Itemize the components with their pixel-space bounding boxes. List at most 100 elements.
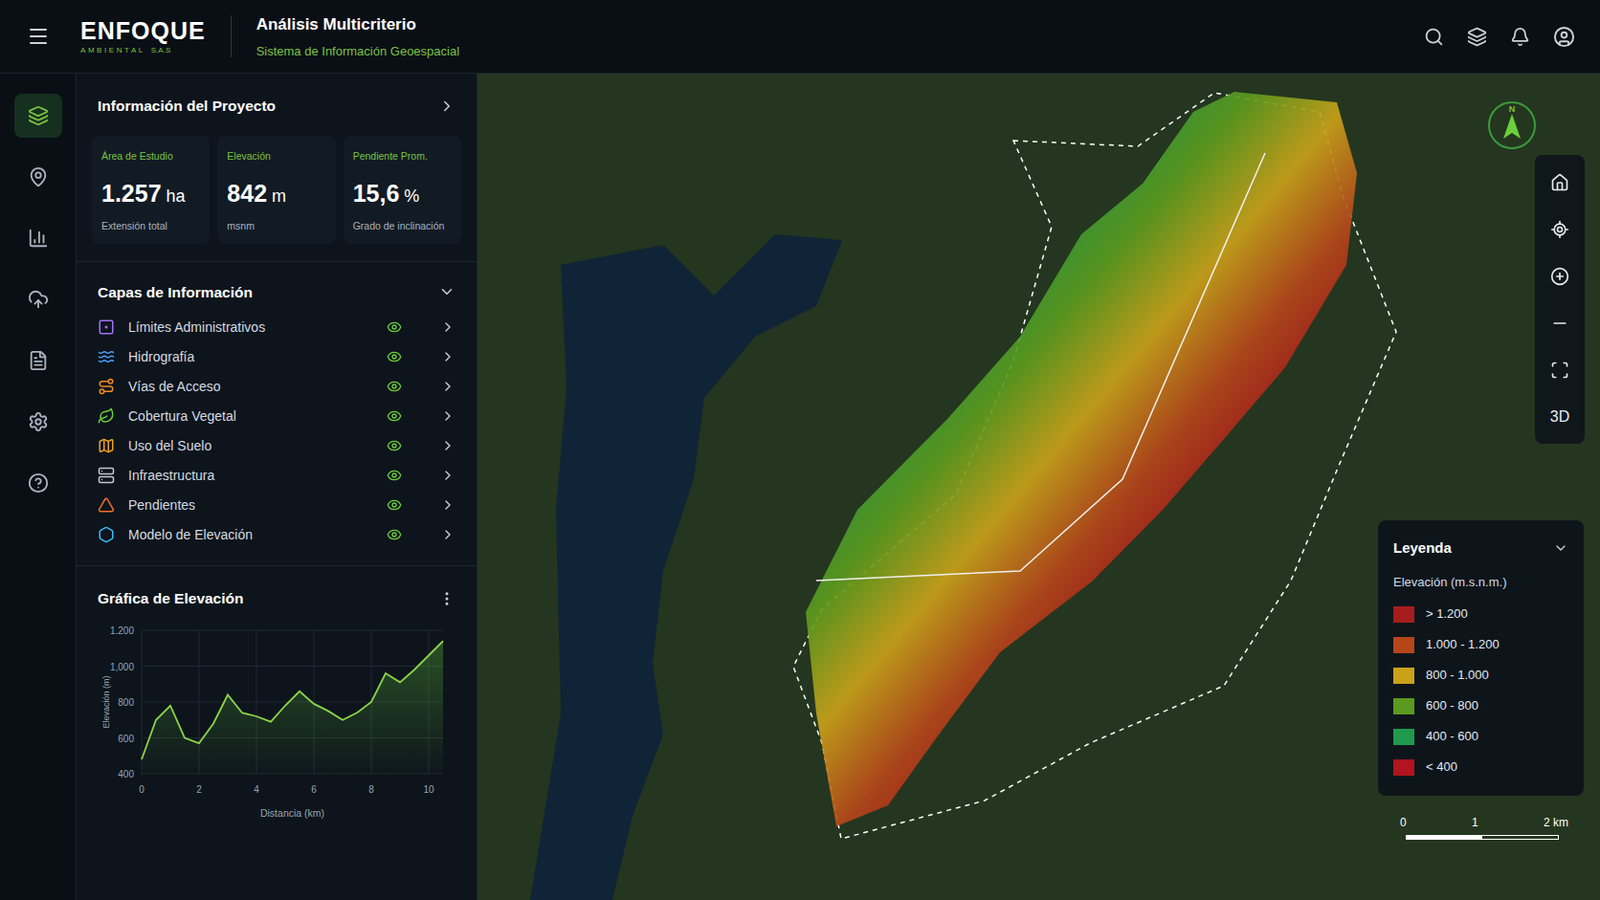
extent-button[interactable] — [1550, 346, 1570, 394]
eye-icon[interactable] — [386, 438, 402, 454]
layer-row[interactable]: Límites Administrativos — [97, 312, 456, 343]
legend-item: > 1.200 — [1393, 599, 1569, 630]
extent-icon — [1550, 360, 1570, 380]
eye-icon[interactable] — [386, 497, 402, 513]
chevron-right-icon[interactable] — [438, 97, 456, 115]
x-tick: 0 — [138, 784, 145, 796]
user-icon[interactable] — [1553, 25, 1576, 48]
chevron-right-icon[interactable] — [440, 438, 456, 454]
layers-icon — [27, 105, 49, 127]
layer-icon — [97, 437, 115, 455]
study-boundary — [793, 92, 1397, 840]
x-axis-label: Distancia (km) — [260, 807, 325, 820]
y-tick: 600 — [117, 733, 134, 745]
legend-swatch — [1393, 667, 1415, 685]
legend-item: 400 - 600 — [1393, 721, 1569, 753]
y-tick: 1,000 — [110, 662, 134, 673]
map[interactable]: N3DLeyendaElevación (m.s.n.m.)> 1.2001.0… — [477, 73, 1600, 900]
bell-icon[interactable] — [1510, 26, 1531, 47]
chevron-right-icon[interactable] — [440, 527, 456, 543]
compass[interactable]: N — [1488, 101, 1536, 150]
x-tick: 10 — [422, 784, 435, 796]
layer-row[interactable]: Hidrografía — [97, 342, 456, 373]
legend-swatch — [1393, 759, 1415, 777]
layer-row[interactable]: Pendientes — [97, 490, 456, 521]
rail-item[interactable] — [14, 461, 63, 506]
chevron-right-icon[interactable] — [440, 467, 456, 484]
layer-icon — [97, 526, 115, 544]
app-title: Análisis Multicriterio — [256, 12, 460, 38]
more-icon[interactable] — [438, 590, 456, 608]
app-subtitle: Sistema de Información Geoespacial — [256, 42, 460, 62]
rail-item[interactable] — [14, 338, 63, 383]
chevron-down-icon[interactable] — [1553, 540, 1569, 556]
legend-swatch — [1393, 637, 1415, 654]
locate-icon — [1550, 220, 1570, 240]
layer-icon — [97, 466, 115, 485]
locate-button[interactable] — [1550, 205, 1570, 253]
legend-swatch — [1393, 729, 1415, 746]
layers-panel: Capas de InformaciónLímites Administrati… — [76, 262, 477, 567]
rail-item[interactable] — [14, 155, 63, 200]
layer-icon — [97, 496, 115, 514]
rail-item[interactable] — [14, 277, 63, 322]
elevation-chart-panel: Gráfica de Elevación1.2001,0008006004000… — [76, 566, 477, 837]
eye-icon[interactable] — [386, 319, 402, 335]
eye-icon[interactable] — [386, 408, 402, 424]
y-tick: 800 — [117, 697, 134, 709]
chart-icon — [27, 227, 49, 249]
chevron-down-icon[interactable] — [438, 283, 456, 301]
eye-icon[interactable] — [386, 349, 402, 365]
eye-icon[interactable] — [386, 527, 402, 543]
stat-card: Pendiente Prom.15,6%Grado de inclinación — [343, 135, 462, 244]
eye-icon[interactable] — [386, 467, 402, 484]
elevation-chart: 1.2001,0008006004000246810Elevación (m)D… — [97, 621, 457, 837]
home-button[interactable] — [1550, 158, 1570, 206]
logo: ENFOQUEAMBIENTALS.A.S — [80, 19, 206, 55]
legend-swatch — [1393, 698, 1415, 715]
settings-icon — [27, 411, 49, 433]
home-icon — [1550, 173, 1570, 193]
search-icon[interactable] — [1423, 26, 1445, 47]
zoom-in-icon — [1550, 266, 1570, 287]
y-tick: 1.200 — [110, 625, 134, 637]
app: ENFOQUEAMBIENTALS.A.S Análisis Multicrite… — [0, 0, 1600, 900]
3d-button[interactable]: 3D — [1550, 393, 1570, 441]
rail-item[interactable] — [14, 216, 63, 261]
x-tick: 4 — [253, 784, 260, 796]
map-pin-icon — [27, 166, 49, 188]
rail-item[interactable] — [14, 93, 63, 138]
lake — [530, 234, 843, 900]
chevron-right-icon[interactable] — [440, 497, 456, 513]
stat-card: Elevación842mmsnm — [217, 135, 335, 244]
legend-subtitle: Elevación (m.s.n.m.) — [1393, 573, 1569, 593]
menu-button[interactable] — [26, 24, 50, 48]
layer-row[interactable]: Modelo de Elevación — [97, 520, 456, 551]
legend-item: 1.000 - 1.200 — [1393, 629, 1569, 661]
y-tick: 400 — [117, 769, 134, 780]
project-info: Información del ProyectoÁrea de Estudio1… — [76, 73, 477, 263]
x-tick: 8 — [368, 784, 375, 796]
chevron-right-icon[interactable] — [440, 319, 456, 335]
layer-row[interactable]: Uso del Suelo — [97, 431, 456, 462]
rail-item[interactable] — [14, 400, 63, 445]
side-panel: Información del ProyectoÁrea de Estudio1… — [76, 73, 478, 900]
layer-row[interactable]: Cobertura Vegetal — [97, 401, 456, 432]
chevron-right-icon[interactable] — [440, 349, 456, 365]
chevron-right-icon[interactable] — [440, 408, 456, 424]
header-divider — [230, 15, 232, 58]
eye-icon[interactable] — [386, 378, 402, 395]
layer-row[interactable]: Vías de Acceso — [97, 372, 456, 402]
help-icon — [27, 472, 49, 494]
zoom-out-button[interactable] — [1550, 299, 1570, 347]
legend: LeyendaElevación (m.s.n.m.)> 1.2001.000 … — [1377, 520, 1584, 797]
scale-bar: 012 km — [1400, 814, 1573, 841]
y-axis-label: Elevación (m) — [101, 676, 112, 730]
layer-icon — [97, 318, 115, 336]
layer-row[interactable]: Infraestructura — [97, 461, 456, 491]
layers-icon[interactable] — [1466, 26, 1488, 47]
legend-item: 600 - 800 — [1393, 690, 1569, 722]
chevron-right-icon[interactable] — [440, 378, 456, 395]
top-bar: ENFOQUEAMBIENTALS.A.S Análisis Multicrite… — [0, 0, 1600, 74]
zoom-in-button[interactable] — [1550, 252, 1570, 300]
